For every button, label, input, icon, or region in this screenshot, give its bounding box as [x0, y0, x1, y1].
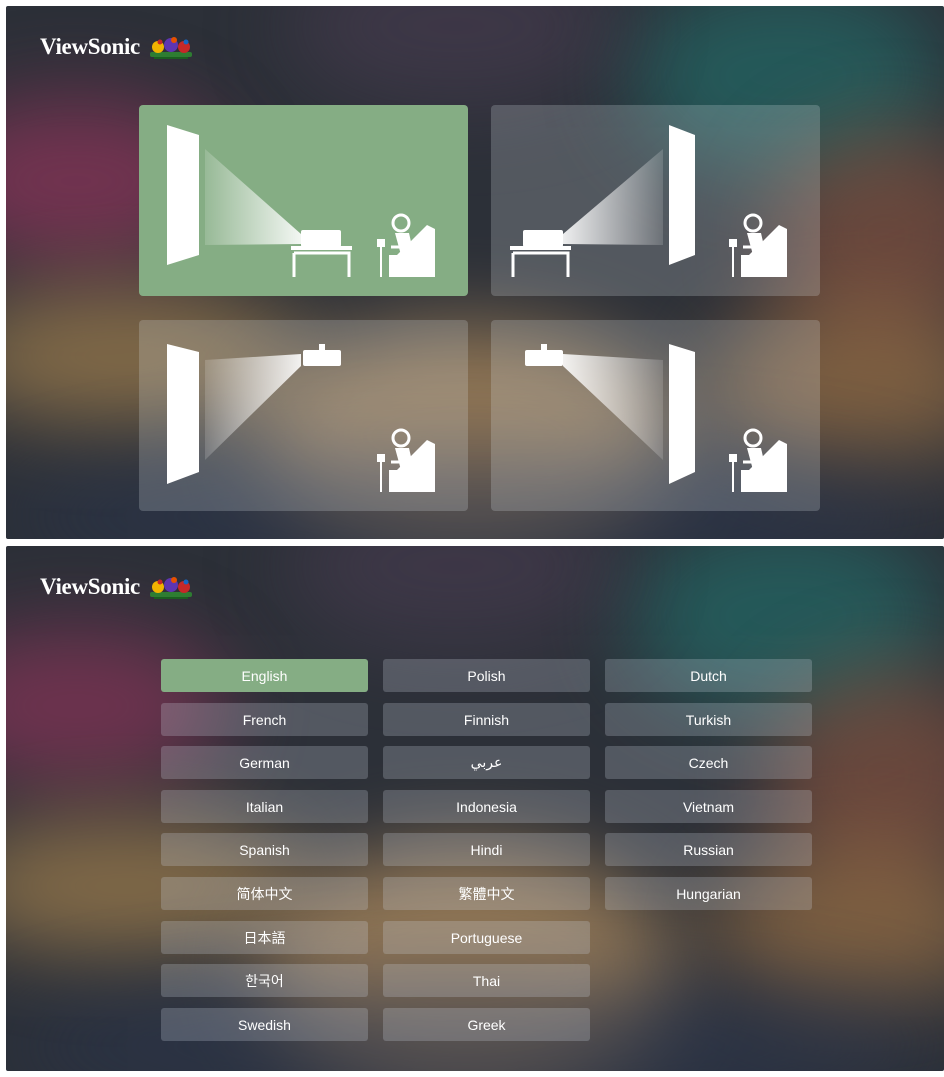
- front-table-projection-icon: [167, 125, 435, 277]
- language-option[interactable]: English: [161, 659, 368, 692]
- projection-option-front-table[interactable]: [139, 105, 468, 296]
- language-option[interactable]: 한국어: [161, 964, 368, 997]
- language-option[interactable]: Thai: [383, 964, 590, 997]
- language-option[interactable]: Spanish: [161, 833, 368, 866]
- language-option[interactable]: Turkish: [605, 703, 812, 736]
- projection-option-rear-table[interactable]: [491, 105, 820, 296]
- language-option[interactable]: Hungarian: [605, 877, 812, 910]
- rear-table-projection-icon: [510, 125, 787, 277]
- brand-name: ViewSonic: [40, 34, 140, 59]
- viewsonic-birds-logo-icon: [149, 37, 192, 59]
- language-option[interactable]: Greek: [383, 1008, 590, 1041]
- language-grid: English French German Italian Spanish 简体中文日本語…: [161, 659, 814, 1041]
- language-option[interactable]: Polish: [383, 659, 590, 692]
- front-ceiling-projection-icon: [167, 344, 435, 492]
- brand-name: ViewSonic: [40, 574, 140, 599]
- language-option[interactable]: 简体中文: [161, 877, 368, 910]
- language-option[interactable]: Italian: [161, 790, 368, 823]
- language-option[interactable]: German: [161, 746, 368, 779]
- language-option[interactable]: French: [161, 703, 368, 736]
- language-option[interactable]: Dutch: [605, 659, 812, 692]
- projection-setup-screen: ViewSonic: [6, 6, 944, 539]
- language-option[interactable]: Finnish: [383, 703, 590, 736]
- projection-option-rear-ceiling[interactable]: [491, 320, 820, 511]
- language-option[interactable]: Swedish: [161, 1008, 368, 1041]
- language-option[interactable]: 繁體中文: [383, 877, 590, 910]
- language-option[interactable]: Russian: [605, 833, 812, 866]
- language-option[interactable]: Indonesia: [383, 790, 590, 823]
- language-option[interactable]: Vietnam: [605, 790, 812, 823]
- language-option[interactable]: عربي: [383, 746, 590, 779]
- viewsonic-logo: ViewSonic: [40, 572, 194, 602]
- language-setup-screen: ViewSonic English French German Italian Span…: [6, 546, 944, 1071]
- projection-option-front-ceiling[interactable]: [139, 320, 468, 511]
- rear-ceiling-projection-icon: [525, 344, 787, 492]
- language-option[interactable]: 日本語: [161, 921, 368, 954]
- viewsonic-logo: ViewSonic: [40, 32, 194, 62]
- viewsonic-birds-logo-icon: [149, 577, 192, 599]
- language-option[interactable]: Hindi: [383, 833, 590, 866]
- language-option[interactable]: Czech: [605, 746, 812, 779]
- language-option[interactable]: Portuguese: [383, 921, 590, 954]
